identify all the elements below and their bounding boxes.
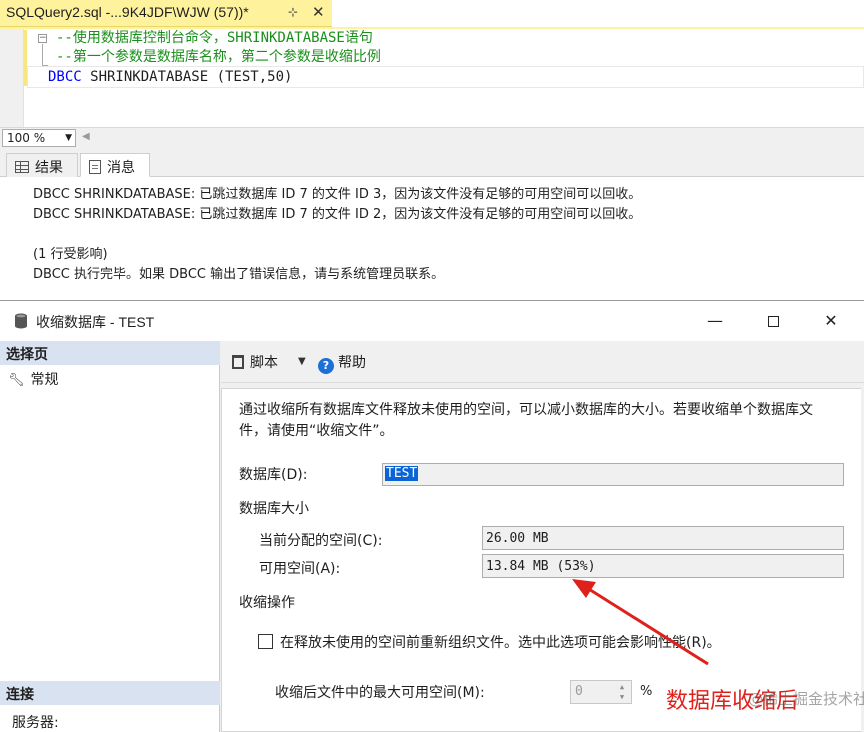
server-label: 服务器:: [12, 715, 59, 731]
maximize-icon: [767, 316, 779, 327]
connection-header: 连接: [0, 681, 220, 705]
dialog-title: 收缩数据库 - TEST: [36, 314, 155, 330]
allocated-space-field[interactable]: 26.00 MB: [482, 526, 844, 550]
description-text: 通过收缩所有数据库文件释放未使用的空间，可以减小数据库的大小。若要收缩单个数据库…: [239, 402, 813, 439]
message-line: DBCC SHRINKDATABASE: 已跳过数据库 ID 7 的文件 ID …: [33, 207, 642, 222]
zoom-value: 100 %: [7, 131, 46, 145]
reorganize-label[interactable]: 在释放未使用的空间前重新组织文件。选中此选项可能会影响性能(R)。: [280, 632, 721, 652]
editor-tab[interactable]: SQLQuery2.sql -...9K4JDF\WJW (57))* ⊹ ✕: [0, 0, 332, 27]
database-icon: [15, 313, 27, 329]
close-tab-icon[interactable]: ✕: [312, 3, 325, 21]
message-line: DBCC SHRINKDATABASE: 已跳过数据库 ID 7 的文件 ID …: [33, 187, 642, 202]
max-free-space-value: 0: [575, 684, 583, 699]
script-button[interactable]: 脚本: [232, 352, 278, 372]
wrench-icon: 🔧︎: [8, 373, 25, 388]
watermark: @稀土掘金技术社区: [748, 690, 864, 708]
database-label: 数据库(D):: [239, 467, 308, 483]
tab-results[interactable]: 结果: [6, 153, 78, 177]
max-free-space-stepper[interactable]: 0 ▲ ▼: [570, 680, 632, 704]
percent-label: %: [640, 684, 653, 699]
database-size-label: 数据库大小: [239, 501, 309, 517]
page-item-general[interactable]: 🔧︎ 常规: [8, 369, 59, 389]
reorganize-checkbox[interactable]: [258, 634, 273, 649]
database-value: TEST: [385, 466, 419, 481]
scroll-left-icon[interactable]: ◀: [82, 131, 90, 142]
allocated-space-label: 当前分配的空间(C):: [259, 533, 383, 549]
close-dialog-button[interactable]: ✕: [808, 306, 854, 336]
script-button-label: 脚本: [250, 355, 278, 371]
message-icon: [89, 160, 101, 174]
grid-icon: [15, 161, 29, 173]
help-button[interactable]: ? 帮助: [318, 352, 366, 374]
chevron-down-icon: ▼: [65, 133, 72, 143]
message-line: DBCC 执行完毕。如果 DBCC 输出了错误信息，请与系统管理员联系。: [33, 267, 445, 282]
script-icon: [232, 355, 244, 369]
code-statement-line[interactable]: DBCC SHRINKDATABASE (TEST,50): [48, 67, 292, 87]
collapse-icon[interactable]: −: [38, 34, 47, 43]
help-icon: ?: [318, 358, 334, 374]
shrink-action-label: 收缩操作: [239, 595, 295, 611]
zoom-bar: [0, 127, 864, 149]
maximize-button[interactable]: [750, 306, 796, 336]
available-space-field[interactable]: 13.84 MB (53%): [482, 554, 844, 578]
minimize-button[interactable]: —: [692, 306, 738, 336]
message-line: (1 行受影响): [33, 247, 108, 262]
available-space-label: 可用空间(A):: [259, 561, 341, 577]
code-statement: SHRINKDATABASE (TEST,50): [81, 69, 293, 85]
code-keyword: DBCC: [48, 69, 82, 85]
page-item-general-label: 常规: [30, 372, 59, 388]
zoom-select[interactable]: 100 % ▼: [2, 129, 76, 147]
pin-icon[interactable]: ⊹: [288, 5, 298, 19]
tab-messages[interactable]: 消息: [80, 153, 150, 177]
outline-guide: [42, 44, 43, 66]
page-selector-pane: [0, 341, 220, 732]
max-free-space-label: 收缩后文件中的最大可用空间(M):: [275, 685, 485, 701]
stepper-down-icon[interactable]: ▼: [615, 692, 629, 702]
stepper-up-icon[interactable]: ▲: [615, 682, 629, 692]
tab-messages-label: 消息: [107, 160, 135, 176]
select-page-header: 选择页: [0, 341, 220, 365]
tab-results-label: 结果: [35, 160, 63, 176]
tab-strip: [332, 0, 864, 27]
editor-tab-title: SQLQuery2.sql -...9K4JDF\WJW (57))*: [6, 4, 249, 20]
code-comment-line-2[interactable]: --第一个参数是数据库名称，第二个参数是收缩比例: [56, 47, 381, 67]
database-field[interactable]: TEST: [382, 463, 844, 486]
code-comment-line-1[interactable]: --使用数据库控制台命令，SHRINKDATABASE语句: [56, 28, 373, 48]
script-dropdown-icon[interactable]: ▼: [298, 356, 306, 367]
editor-gutter: [0, 29, 24, 127]
help-button-label: 帮助: [338, 355, 366, 371]
